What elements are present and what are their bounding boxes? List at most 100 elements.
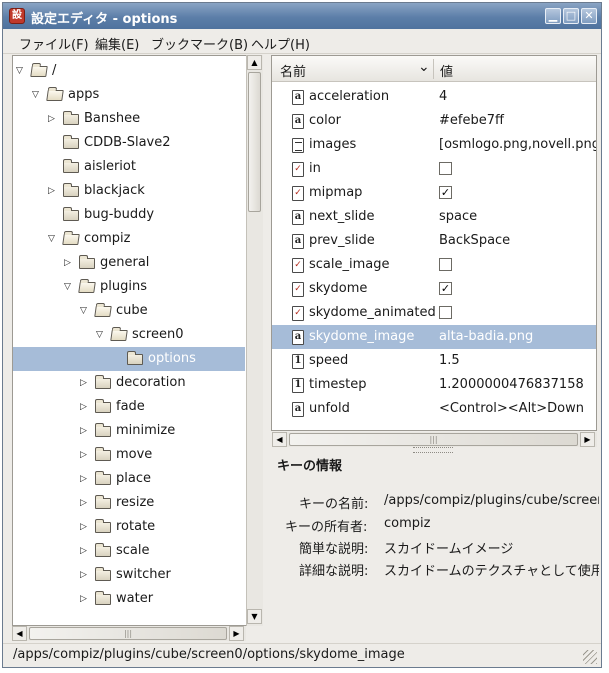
key-value[interactable]: [osmlogo.png,novell.png] xyxy=(439,133,596,157)
number-type-icon: 1 xyxy=(292,378,304,393)
tree-item-aisleriot[interactable]: aisleriot xyxy=(13,155,245,179)
key-row-color[interactable]: a color #efebe7ff xyxy=(272,109,596,133)
expander-collapsed-icon[interactable]: ▷ xyxy=(80,515,92,539)
tree-vertical-scrollbar[interactable]: ▲ ▼ xyxy=(246,55,263,626)
key-value[interactable]: 4 xyxy=(439,85,596,109)
key-row-prev-slide[interactable]: a prev_slide BackSpace xyxy=(272,229,596,253)
tree-item-compiz[interactable]: ▽ compiz xyxy=(13,227,245,251)
tree-item-cube[interactable]: ▽ cube xyxy=(13,299,245,323)
tree-item-fade[interactable]: ▷ fade xyxy=(13,395,245,419)
key-row-acceleration[interactable]: a acceleration 4 xyxy=(272,85,596,109)
value-checkbox[interactable]: ✓ xyxy=(439,186,452,199)
expander-collapsed-icon[interactable]: ▷ xyxy=(80,587,92,611)
tree-item-general[interactable]: ▷ general xyxy=(13,251,245,275)
key-row-skydome[interactable]: ✓ skydome ✓ xyxy=(272,277,596,301)
expander-collapsed-icon[interactable]: ▷ xyxy=(80,467,92,491)
tree-item-plugins[interactable]: ▽ plugins xyxy=(13,275,245,299)
column-header-name[interactable]: 名前 xyxy=(280,61,306,80)
tree-item-place[interactable]: ▷ place xyxy=(13,467,245,491)
expander-collapsed-icon[interactable]: ▷ xyxy=(80,443,92,467)
close-button[interactable]: ✕ xyxy=(581,8,597,24)
key-value[interactable]: 1.2000000476837158 xyxy=(439,373,596,397)
expander-collapsed-icon[interactable]: ▷ xyxy=(80,371,92,395)
expander-expanded-icon[interactable]: ▽ xyxy=(96,323,108,347)
folder-icon xyxy=(95,447,111,461)
tree-horizontal-scrollbar[interactable]: ◀ ||| ▶ xyxy=(12,626,246,641)
expander-expanded-icon[interactable]: ▽ xyxy=(64,275,76,299)
menu-file[interactable]: ファイル(F) xyxy=(19,34,89,53)
expander-collapsed-icon[interactable]: ▷ xyxy=(80,419,92,443)
tree-item-blackjack[interactable]: ▷ blackjack xyxy=(13,179,245,203)
expander-expanded-icon[interactable]: ▽ xyxy=(80,299,92,323)
list-hscroll-thumb[interactable]: ||| xyxy=(289,433,578,446)
scroll-right-arrow[interactable]: ▶ xyxy=(229,626,244,641)
tree-item-[interactable]: ▽ / xyxy=(13,59,245,83)
tree-item-resize[interactable]: ▷ resize xyxy=(13,491,245,515)
key-row-in[interactable]: ✓ in xyxy=(272,157,596,181)
tree-item-move[interactable]: ▷ move xyxy=(13,443,245,467)
tree-item-scale[interactable]: ▷ scale xyxy=(13,539,245,563)
key-tree[interactable]: ▽ / ▽ apps ▷ Banshee CDDB-Slave2 aisleriot ▷ blac… xyxy=(12,55,263,626)
maximize-button[interactable]: □ xyxy=(563,8,579,24)
expander-expanded-icon[interactable]: ▽ xyxy=(16,59,28,83)
value-checkbox[interactable] xyxy=(439,258,452,271)
tree-item-options[interactable]: options xyxy=(13,347,245,371)
key-value[interactable]: alta-badia.png xyxy=(439,325,596,349)
expander-collapsed-icon[interactable]: ▷ xyxy=(48,107,60,131)
key-row-images[interactable]: images [osmlogo.png,novell.png] xyxy=(272,133,596,157)
menu-bookmarks[interactable]: ブックマーク(B) xyxy=(151,34,248,53)
value-checkbox[interactable] xyxy=(439,162,452,175)
tree-item-decoration[interactable]: ▷ decoration xyxy=(13,371,245,395)
tree-item-banshee[interactable]: ▷ Banshee xyxy=(13,107,245,131)
menu-edit[interactable]: 編集(E) xyxy=(95,34,139,53)
expander-collapsed-icon[interactable]: ▷ xyxy=(48,179,60,203)
title-bar[interactable]: 設 設定エディタ - options ▁ □ ✕ xyxy=(3,3,601,29)
tree-scroll-thumb[interactable] xyxy=(248,72,261,212)
scroll-left-arrow[interactable]: ◀ xyxy=(12,626,27,641)
key-row-next-slide[interactable]: a next_slide space xyxy=(272,205,596,229)
key-value[interactable]: <Control><Alt>Down xyxy=(439,397,596,421)
tree-item-switcher[interactable]: ▷ switcher xyxy=(13,563,245,587)
key-row-skydome-image[interactable]: a skydome_image alta-badia.png xyxy=(272,325,596,349)
key-row-scale-image[interactable]: ✓ scale_image xyxy=(272,253,596,277)
key-value[interactable]: BackSpace xyxy=(439,229,596,253)
expander-collapsed-icon[interactable]: ▷ xyxy=(80,539,92,563)
scroll-up-arrow[interactable]: ▲ xyxy=(247,55,262,70)
tree-item-apps[interactable]: ▽ apps xyxy=(13,83,245,107)
expander-collapsed-icon[interactable]: ▷ xyxy=(80,395,92,419)
value-checkbox[interactable] xyxy=(439,306,452,319)
key-value[interactable]: space xyxy=(439,205,596,229)
key-value[interactable]: #efebe7ff xyxy=(439,109,596,133)
sort-chevron-icon[interactable]: ⌄ xyxy=(418,59,430,75)
tree-item-bug-buddy[interactable]: bug-buddy xyxy=(13,203,245,227)
long-description-label: 詳細な説明: xyxy=(299,564,369,579)
key-row-timestep[interactable]: 1 timestep 1.2000000476837158 xyxy=(272,373,596,397)
window-resize-grip[interactable] xyxy=(583,650,597,664)
key-row-unfold[interactable]: a unfold <Control><Alt>Down xyxy=(272,397,596,421)
expander-collapsed-icon[interactable]: ▷ xyxy=(80,491,92,515)
scroll-right-arrow[interactable]: ▶ xyxy=(580,432,595,447)
scroll-left-arrow[interactable]: ◀ xyxy=(272,432,287,447)
tree-hscroll-thumb[interactable]: ||| xyxy=(29,627,227,640)
list-horizontal-scrollbar[interactable]: ◀ ||| ▶ xyxy=(272,432,597,447)
expander-expanded-icon[interactable]: ▽ xyxy=(32,83,44,107)
menu-help[interactable]: ヘルプ(H) xyxy=(251,34,310,53)
scroll-down-arrow[interactable]: ▼ xyxy=(247,609,262,624)
expander-collapsed-icon[interactable]: ▷ xyxy=(64,251,76,275)
tree-item-water[interactable]: ▷ water xyxy=(13,587,245,611)
tree-item-cddb-slave2[interactable]: CDDB-Slave2 xyxy=(13,131,245,155)
expander-collapsed-icon[interactable]: ▷ xyxy=(80,563,92,587)
tree-item-rotate[interactable]: ▷ rotate xyxy=(13,515,245,539)
key-row-mipmap[interactable]: ✓ mipmap ✓ xyxy=(272,181,596,205)
key-value[interactable]: 1.5 xyxy=(439,349,596,373)
column-header-value[interactable]: 値 xyxy=(440,61,453,80)
tree-item-screen0[interactable]: ▽ screen0 xyxy=(13,323,245,347)
key-row-skydome-animated[interactable]: ✓ skydome_animated xyxy=(272,301,596,325)
minimize-button[interactable]: ▁ xyxy=(545,8,561,24)
key-row-speed[interactable]: 1 speed 1.5 xyxy=(272,349,596,373)
expander-expanded-icon[interactable]: ▽ xyxy=(48,227,60,251)
key-value-list[interactable]: 名前 ⌄ 値 a acceleration 4 a color #efebe7ff imag… xyxy=(271,55,597,431)
tree-item-minimize[interactable]: ▷ minimize xyxy=(13,419,245,443)
value-checkbox[interactable]: ✓ xyxy=(439,282,452,295)
pane-resize-grip[interactable] xyxy=(413,447,453,453)
